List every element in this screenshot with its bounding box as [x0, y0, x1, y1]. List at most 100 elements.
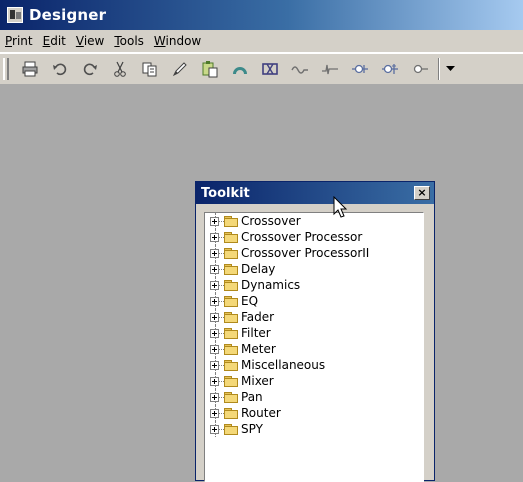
- tree-item[interactable]: Delay: [205, 261, 423, 277]
- tree-item[interactable]: Mixer: [205, 373, 423, 389]
- mouse-cursor-icon: [333, 196, 348, 218]
- connector-button[interactable]: [405, 57, 435, 81]
- folder-icon: [224, 296, 238, 307]
- toolbar-grip[interactable]: [3, 58, 9, 80]
- expand-icon[interactable]: [210, 264, 219, 274]
- folder-icon: [224, 312, 238, 323]
- tree-item[interactable]: EQ: [205, 293, 423, 309]
- node-button[interactable]: [345, 57, 375, 81]
- expand-icon[interactable]: [210, 392, 219, 402]
- menu-mnemonic: P: [5, 34, 13, 48]
- menu-mnemonic: W: [153, 34, 166, 48]
- tree-item[interactable]: Crossover Processor: [205, 229, 423, 245]
- expand-icon[interactable]: [210, 216, 219, 226]
- chevron-down-icon: [445, 66, 455, 71]
- node-icon: [352, 64, 368, 74]
- expand-icon[interactable]: [210, 248, 219, 258]
- folder-icon: [224, 216, 238, 227]
- block-icon: [262, 63, 278, 75]
- tree-item[interactable]: Crossover ProcessorII: [205, 245, 423, 261]
- tree-item-label: Dynamics: [241, 278, 301, 292]
- block-button[interactable]: [255, 57, 285, 81]
- tree-item[interactable]: Miscellaneous: [205, 357, 423, 373]
- expand-icon[interactable]: [210, 376, 219, 386]
- folder-icon: [224, 328, 238, 339]
- tree-item-label: Delay: [241, 262, 276, 276]
- folder-icon: [224, 248, 238, 259]
- tree-item[interactable]: Pan: [205, 389, 423, 405]
- menu-label: ools: [119, 34, 144, 48]
- tree-item-label: Miscellaneous: [241, 358, 326, 372]
- menu-view[interactable]: View: [71, 30, 109, 52]
- tree-item[interactable]: Meter: [205, 341, 423, 357]
- folder-icon: [224, 424, 238, 435]
- menu-edit[interactable]: Edit: [38, 30, 71, 52]
- folder-icon: [224, 360, 238, 371]
- tree-item[interactable]: Dynamics: [205, 277, 423, 293]
- designer-app-icon[interactable]: [7, 7, 23, 23]
- expand-icon[interactable]: [210, 232, 219, 242]
- tree-item-label: Meter: [241, 342, 276, 356]
- copy-icon: [142, 62, 157, 77]
- menu-window[interactable]: Window: [149, 30, 206, 52]
- tree-item[interactable]: Fader: [205, 309, 423, 325]
- undo-icon: [53, 63, 67, 76]
- menu-bar: Print Edit View Tools Window: [0, 30, 523, 53]
- menu-mnemonic: V: [75, 34, 84, 48]
- expand-icon[interactable]: [210, 424, 219, 434]
- expand-icon[interactable]: [210, 312, 219, 322]
- connector-icon: [413, 64, 428, 74]
- expand-icon[interactable]: [210, 360, 219, 370]
- folder-icon: [224, 344, 238, 355]
- menu-label: rint: [12, 34, 33, 48]
- tree-item[interactable]: Filter: [205, 325, 423, 341]
- toolkit-tree: Crossover Crossover Processor Crossover Pr…: [204, 212, 424, 482]
- split-node-icon: [382, 64, 398, 74]
- tree-item-label: Crossover: [241, 214, 301, 228]
- redo-button[interactable]: [75, 57, 105, 81]
- toolkit-title: Toolkit: [201, 185, 250, 201]
- menu-tools[interactable]: Tools: [109, 30, 149, 52]
- folder-icon: [224, 408, 238, 419]
- toolbar-separator: [438, 58, 440, 80]
- folder-icon: [224, 392, 238, 403]
- tree-item-label: Pan: [241, 390, 263, 404]
- expand-icon[interactable]: [210, 408, 219, 418]
- tree-item[interactable]: Router: [205, 405, 423, 421]
- menu-label: iew: [83, 34, 105, 48]
- pencil-icon: [172, 62, 187, 77]
- menu-print[interactable]: Print: [0, 30, 38, 52]
- arch-button[interactable]: [225, 57, 255, 81]
- folder-icon: [224, 232, 238, 243]
- wire-icon: [291, 66, 308, 74]
- undo-button[interactable]: [45, 57, 75, 81]
- cut-icon: [114, 61, 126, 77]
- pencil-button[interactable]: [165, 57, 195, 81]
- tree-item[interactable]: Crossover: [205, 213, 423, 229]
- folder-icon: [224, 376, 238, 387]
- expand-icon[interactable]: [210, 280, 219, 290]
- split-node-button[interactable]: [375, 57, 405, 81]
- copy-button[interactable]: [135, 57, 165, 81]
- toolkit-title-bar[interactable]: Toolkit ×: [196, 182, 434, 204]
- paste-button[interactable]: [195, 57, 225, 81]
- close-button[interactable]: ×: [414, 186, 430, 200]
- signal-button[interactable]: [315, 57, 345, 81]
- arch-icon: [233, 67, 247, 74]
- menu-label: indow: [165, 34, 202, 48]
- expand-icon[interactable]: [210, 328, 219, 338]
- window-title: Designer: [29, 6, 107, 24]
- tree-item-label: Crossover Processor: [241, 230, 363, 244]
- tree-item[interactable]: SPY: [205, 421, 423, 437]
- expand-icon[interactable]: [210, 344, 219, 354]
- tree-item-label: Mixer: [241, 374, 274, 388]
- folder-icon: [224, 264, 238, 275]
- print-button[interactable]: [15, 57, 45, 81]
- tree-item-label: Crossover ProcessorII: [241, 246, 370, 260]
- toolbar-overflow-button[interactable]: [443, 58, 457, 80]
- redo-icon: [83, 63, 97, 76]
- expand-icon[interactable]: [210, 296, 219, 306]
- cut-button[interactable]: [105, 57, 135, 81]
- tree-item-label: Router: [241, 406, 281, 420]
- wire-button[interactable]: [285, 57, 315, 81]
